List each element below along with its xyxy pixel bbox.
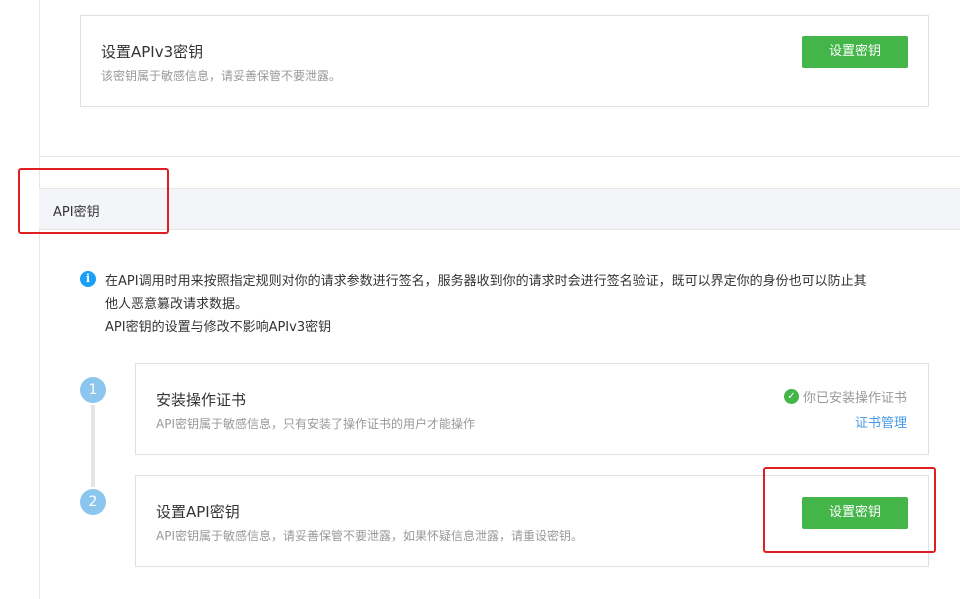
- step-1-number: 1: [80, 377, 106, 403]
- info-icon: i: [80, 271, 96, 287]
- annotation-highlight-button: [763, 467, 936, 553]
- info-text-line-1: 在API调用时用来按照指定规则对你的请求参数进行签名，服务器收到你的请求时会进行…: [105, 274, 867, 289]
- info-text-line-2: 他人恶意篡改请求数据。: [105, 297, 249, 312]
- set-apiv3-key-button[interactable]: 设置密钥: [802, 36, 908, 68]
- api-key-section-header: API密钥: [39, 188, 960, 230]
- apiv3-card-desc: 该密钥属于敏感信息，请妥善保管不要泄露。: [101, 69, 342, 83]
- certificate-management-link[interactable]: 证书管理: [855, 412, 907, 431]
- step-1-desc: API密钥属于敏感信息，只有安装了操作证书的用户才能操作: [156, 417, 475, 431]
- step-connector: [91, 400, 95, 490]
- step-2-desc: API密钥属于敏感信息，请妥善保管不要泄露，如果怀疑信息泄露，请重设密钥。: [156, 529, 583, 543]
- step-1-title: 安装操作证书: [156, 391, 247, 409]
- step-2-title: 设置API密钥: [156, 503, 240, 521]
- page-left-border: [39, 0, 40, 599]
- info-text-line-3: API密钥的设置与修改不影响APIv3密钥: [105, 320, 332, 335]
- annotation-highlight-header: [18, 168, 169, 234]
- certificate-installed-text: 你已安装操作证书: [802, 391, 907, 406]
- check-circle-icon: ✓: [783, 389, 799, 404]
- certificate-installed-status: ✓ 你已安装操作证书: [783, 387, 907, 406]
- step-1-card: 安装操作证书 API密钥属于敏感信息，只有安装了操作证书的用户才能操作: [135, 363, 929, 455]
- section-divider: [39, 156, 960, 157]
- apiv3-card: 设置APIv3密钥 该密钥属于敏感信息，请妥善保管不要泄露。 设置密钥: [80, 15, 929, 107]
- step-2-number: 2: [80, 489, 106, 515]
- apiv3-card-title: 设置APIv3密钥: [101, 43, 204, 61]
